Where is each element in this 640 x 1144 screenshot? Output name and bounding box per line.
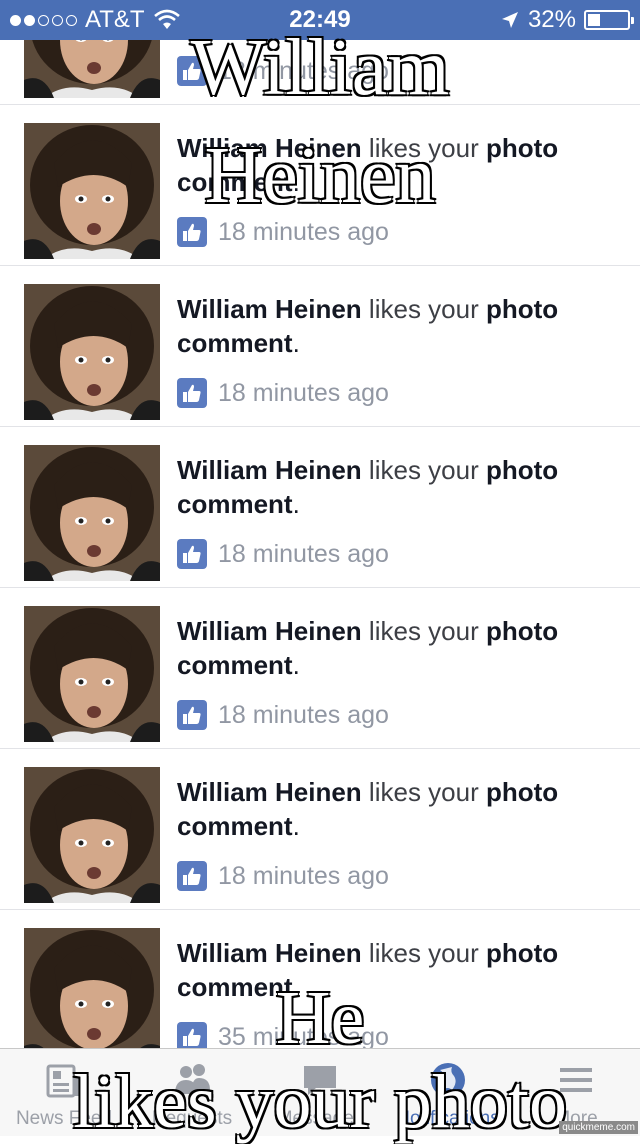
notification-time: 18 minutes ago (218, 217, 389, 246)
avatar[interactable] (24, 284, 160, 420)
thumbs-up-icon (177, 539, 207, 569)
thumbs-up-icon (177, 700, 207, 730)
watermark: quickmeme.com (559, 1121, 638, 1134)
actor-name[interactable]: William Heinen (177, 777, 362, 807)
notification-text: William Heinen likes your photo comment. (177, 294, 559, 358)
actor-name[interactable]: William Heinen (177, 938, 362, 968)
meme-top-line2: Heinen (203, 132, 436, 220)
thumbs-up-icon (177, 217, 207, 247)
avatar[interactable] (24, 606, 160, 742)
meme-bottom-line2: likes your photo (72, 1060, 568, 1144)
notification-item[interactable]: William Heinen likes your photo comment. … (0, 266, 640, 427)
meme-top-line1: William (190, 24, 451, 112)
notification-time: 18 minutes ago (218, 539, 389, 568)
battery-icon (584, 10, 634, 30)
avatar[interactable] (24, 767, 160, 903)
notification-text: William Heinen likes your photo comment. (177, 455, 559, 519)
meme-bottom-line1: He (275, 976, 366, 1060)
signal-strength-icon (10, 14, 77, 26)
notification-item[interactable]: William Heinen likes your photo comment. … (0, 427, 640, 588)
notification-text: William Heinen likes your photo comment. (177, 616, 559, 680)
location-arrow-icon (501, 12, 518, 28)
actor-name[interactable]: William Heinen (177, 616, 362, 646)
notification-time: 18 minutes ago (218, 700, 389, 729)
meme-top-caption: William Heinen (0, 27, 640, 220)
meme-bottom-caption: He likes your photo (0, 979, 640, 1144)
avatar[interactable] (24, 445, 160, 581)
notification-item[interactable]: William Heinen likes your photo comment. … (0, 749, 640, 910)
notification-time: 18 minutes ago (218, 861, 389, 890)
notification-item[interactable]: William Heinen likes your photo comment. … (0, 588, 640, 749)
notification-text: William Heinen likes your photo comment. (177, 777, 559, 841)
thumbs-up-icon (177, 378, 207, 408)
actor-name[interactable]: William Heinen (177, 294, 362, 324)
actor-name[interactable]: William Heinen (177, 455, 362, 485)
notification-time: 18 minutes ago (218, 378, 389, 407)
thumbs-up-icon (177, 861, 207, 891)
